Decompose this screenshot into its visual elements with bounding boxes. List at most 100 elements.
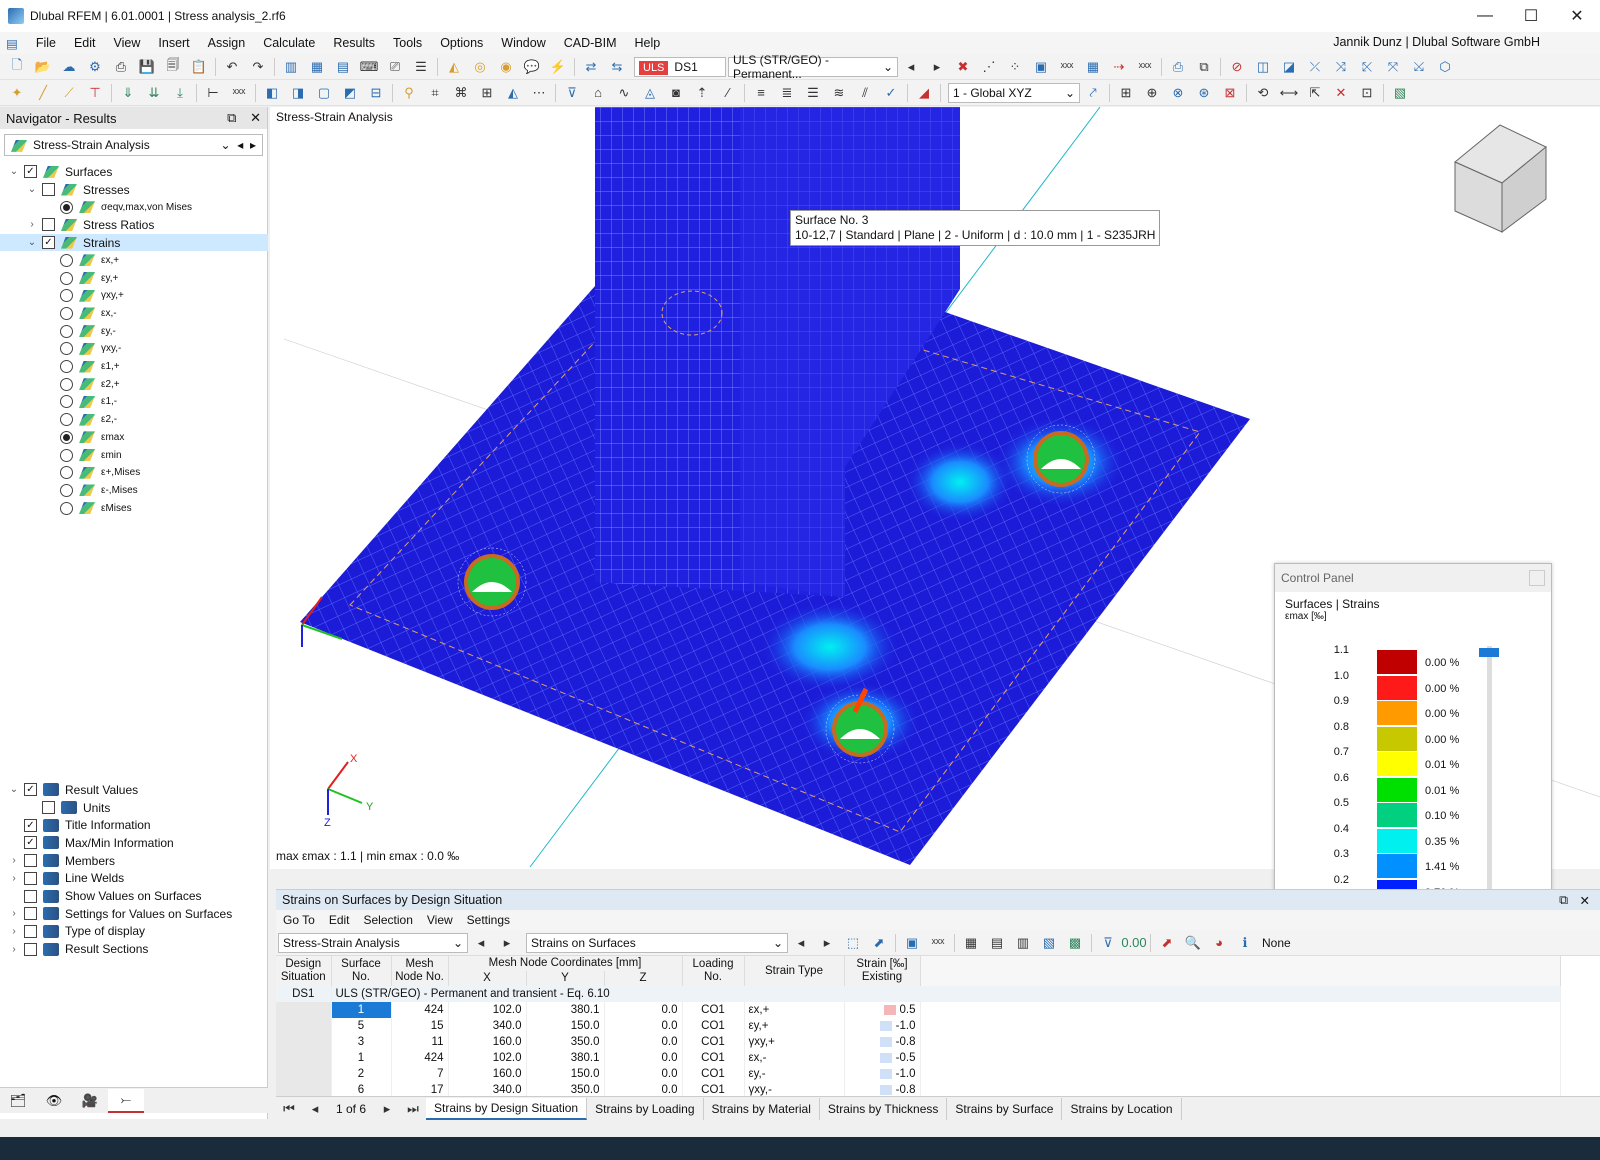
- app-menu-icon[interactable]: ▤: [0, 36, 27, 51]
- tree-item[interactable]: ε2,-: [0, 411, 268, 429]
- checkbox[interactable]: [24, 889, 37, 903]
- select-in-graphic-icon[interactable]: ⬚: [842, 933, 864, 953]
- cell-z[interactable]: 0.0: [604, 1018, 683, 1034]
- more-icon[interactable]: ⋯: [528, 83, 550, 103]
- display-tree-item[interactable]: ⌄ ✓ Result Values: [0, 781, 268, 799]
- menu-window[interactable]: Window: [492, 36, 554, 50]
- frame4-icon[interactable]: ⊡: [1356, 83, 1378, 103]
- pin-icon[interactable]: ⚲: [398, 83, 420, 103]
- radio-button[interactable]: [60, 253, 73, 267]
- col-strain-existing[interactable]: Strain [‰] Existing: [844, 956, 921, 986]
- menu-view[interactable]: View: [105, 36, 150, 50]
- close-button[interactable]: ✕: [1554, 0, 1600, 32]
- radio-button[interactable]: [60, 483, 73, 497]
- cell-type[interactable]: εy,+: [744, 1018, 845, 1034]
- transfer-icon[interactable]: ⇄: [580, 57, 602, 77]
- views-tab-icon[interactable]: 🎥: [72, 1089, 108, 1113]
- table-view4-icon[interactable]: ▧: [1038, 933, 1060, 953]
- support-icon[interactable]: ⊤: [84, 83, 106, 103]
- chevron-right-icon[interactable]: ›: [8, 908, 20, 919]
- radio-button[interactable]: [60, 324, 73, 338]
- move-icon[interactable]: ⇱: [1304, 83, 1326, 103]
- table-type-combo[interactable]: Strains on Surfaces ⌄: [526, 932, 788, 953]
- menu-insert[interactable]: Insert: [149, 36, 198, 50]
- cell-type[interactable]: εx,-: [744, 1050, 845, 1066]
- display-tree-item[interactable]: ✓ Max/Min Information: [0, 834, 268, 852]
- menu-help[interactable]: Help: [626, 36, 670, 50]
- chevron-down-icon[interactable]: ⌄: [8, 166, 20, 177]
- print-graphic-icon[interactable]: ⎙: [1167, 57, 1189, 77]
- tree-item[interactable]: ε2,+: [0, 375, 268, 393]
- cell-value[interactable]: -1.0: [844, 1066, 921, 1082]
- xxx3-icon[interactable]: ˣˣˣ: [228, 83, 250, 103]
- webservice-icon[interactable]: ⚙: [84, 57, 106, 77]
- cell-surface[interactable]: 2: [331, 1066, 392, 1082]
- pin-icon[interactable]: ⧉: [227, 110, 236, 125]
- menu-cad-bim[interactable]: CAD-BIM: [555, 36, 626, 50]
- display-tree-item[interactable]: › Result Sections: [0, 940, 268, 958]
- menu-tools[interactable]: Tools: [384, 36, 431, 50]
- color-icon[interactable]: ◢: [913, 83, 935, 103]
- stack-icon[interactable]: ◩: [339, 83, 361, 103]
- script-icon[interactable]: ⎚: [384, 57, 406, 77]
- col-loading[interactable]: Loading No.: [682, 956, 745, 986]
- legend-slider-top-handle[interactable]: [1479, 648, 1499, 657]
- next-icon[interactable]: ▸: [816, 933, 838, 953]
- table-row[interactable]: 3 11 160.0 350.0 0.0 CO1 γxy,+ -0.8: [276, 1034, 1561, 1050]
- chevron-down-icon[interactable]: ⌄: [8, 784, 20, 795]
- radio-button[interactable]: [60, 501, 73, 515]
- cell-z[interactable]: 0.0: [604, 1002, 683, 1018]
- cell-value[interactable]: -0.5: [844, 1050, 921, 1066]
- table-menu-selection[interactable]: Selection: [357, 913, 420, 927]
- axis-neg-y-icon[interactable]: ⤧: [1382, 57, 1404, 77]
- axis-z-icon[interactable]: ⤪: [1356, 57, 1378, 77]
- target-icon[interactable]: ◉: [495, 57, 517, 77]
- data-tab-icon[interactable]: 🗂: [0, 1089, 36, 1113]
- checkbox[interactable]: ✓: [24, 836, 37, 850]
- col-y[interactable]: Y: [526, 971, 605, 986]
- new-icon[interactable]: 🗋: [6, 57, 28, 77]
- clear-icon[interactable]: ⬈: [1156, 933, 1178, 953]
- sync-icon[interactable]: ⇆: [606, 57, 628, 77]
- cell-node[interactable]: 424: [391, 1002, 449, 1018]
- table-icon[interactable]: ▦: [306, 57, 328, 77]
- previous-icon[interactable]: ◂: [900, 57, 922, 77]
- display-tree-item[interactable]: › Type of display: [0, 923, 268, 941]
- radio-button[interactable]: [60, 200, 73, 214]
- axis-x-icon[interactable]: ⤫: [1304, 57, 1326, 77]
- checkbox[interactable]: ✓: [24, 818, 37, 832]
- result-display-icon[interactable]: ▣: [901, 933, 923, 953]
- cell-y[interactable]: 150.0: [526, 1018, 605, 1034]
- snap-node-icon[interactable]: ⊕: [1141, 83, 1163, 103]
- checkbox[interactable]: [24, 854, 37, 868]
- tree-item[interactable]: ⌄ ✓ Surfaces: [0, 163, 268, 181]
- xxx-icon[interactable]: ˣˣˣ: [1056, 57, 1078, 77]
- cell-value[interactable]: -0.8: [844, 1034, 921, 1050]
- filter-icon[interactable]: ⊽: [1097, 933, 1119, 953]
- cell-x[interactable]: 160.0: [448, 1034, 527, 1050]
- tree-item[interactable]: γxy,-: [0, 340, 268, 358]
- results-icon[interactable]: ◎: [469, 57, 491, 77]
- line-icon[interactable]: ╱: [32, 83, 54, 103]
- values-icon[interactable]: ⁘: [1004, 57, 1026, 77]
- prev-page-icon[interactable]: ◂: [304, 1099, 326, 1119]
- display-tree-item[interactable]: › Settings for Values on Surfaces: [0, 905, 268, 923]
- cube-icon[interactable]: ◫: [1252, 57, 1274, 77]
- maximize-button[interactable]: ☐: [1508, 0, 1554, 32]
- cell-y[interactable]: 380.1: [526, 1002, 605, 1018]
- member-icon[interactable]: ⟋: [58, 83, 80, 103]
- arrow-right-icon[interactable]: ▸: [250, 138, 256, 152]
- table-view2-icon[interactable]: ▤: [986, 933, 1008, 953]
- col-z[interactable]: Z: [604, 971, 683, 986]
- cell-node[interactable]: 15: [391, 1018, 449, 1034]
- cell-node[interactable]: 424: [391, 1050, 449, 1066]
- view-panel-icon[interactable]: ▥: [280, 57, 302, 77]
- comment-icon[interactable]: 💬: [521, 57, 543, 77]
- cell-y[interactable]: 350.0: [526, 1034, 605, 1050]
- delete-icon[interactable]: ⊘: [1226, 57, 1248, 77]
- close-icon[interactable]: ✕: [250, 110, 261, 125]
- menu-file[interactable]: File: [27, 36, 65, 50]
- sheet-tab[interactable]: Strains by Location: [1062, 1097, 1182, 1120]
- display-tree-item[interactable]: ✓ Title Information: [0, 816, 268, 834]
- checkbox[interactable]: [24, 907, 37, 921]
